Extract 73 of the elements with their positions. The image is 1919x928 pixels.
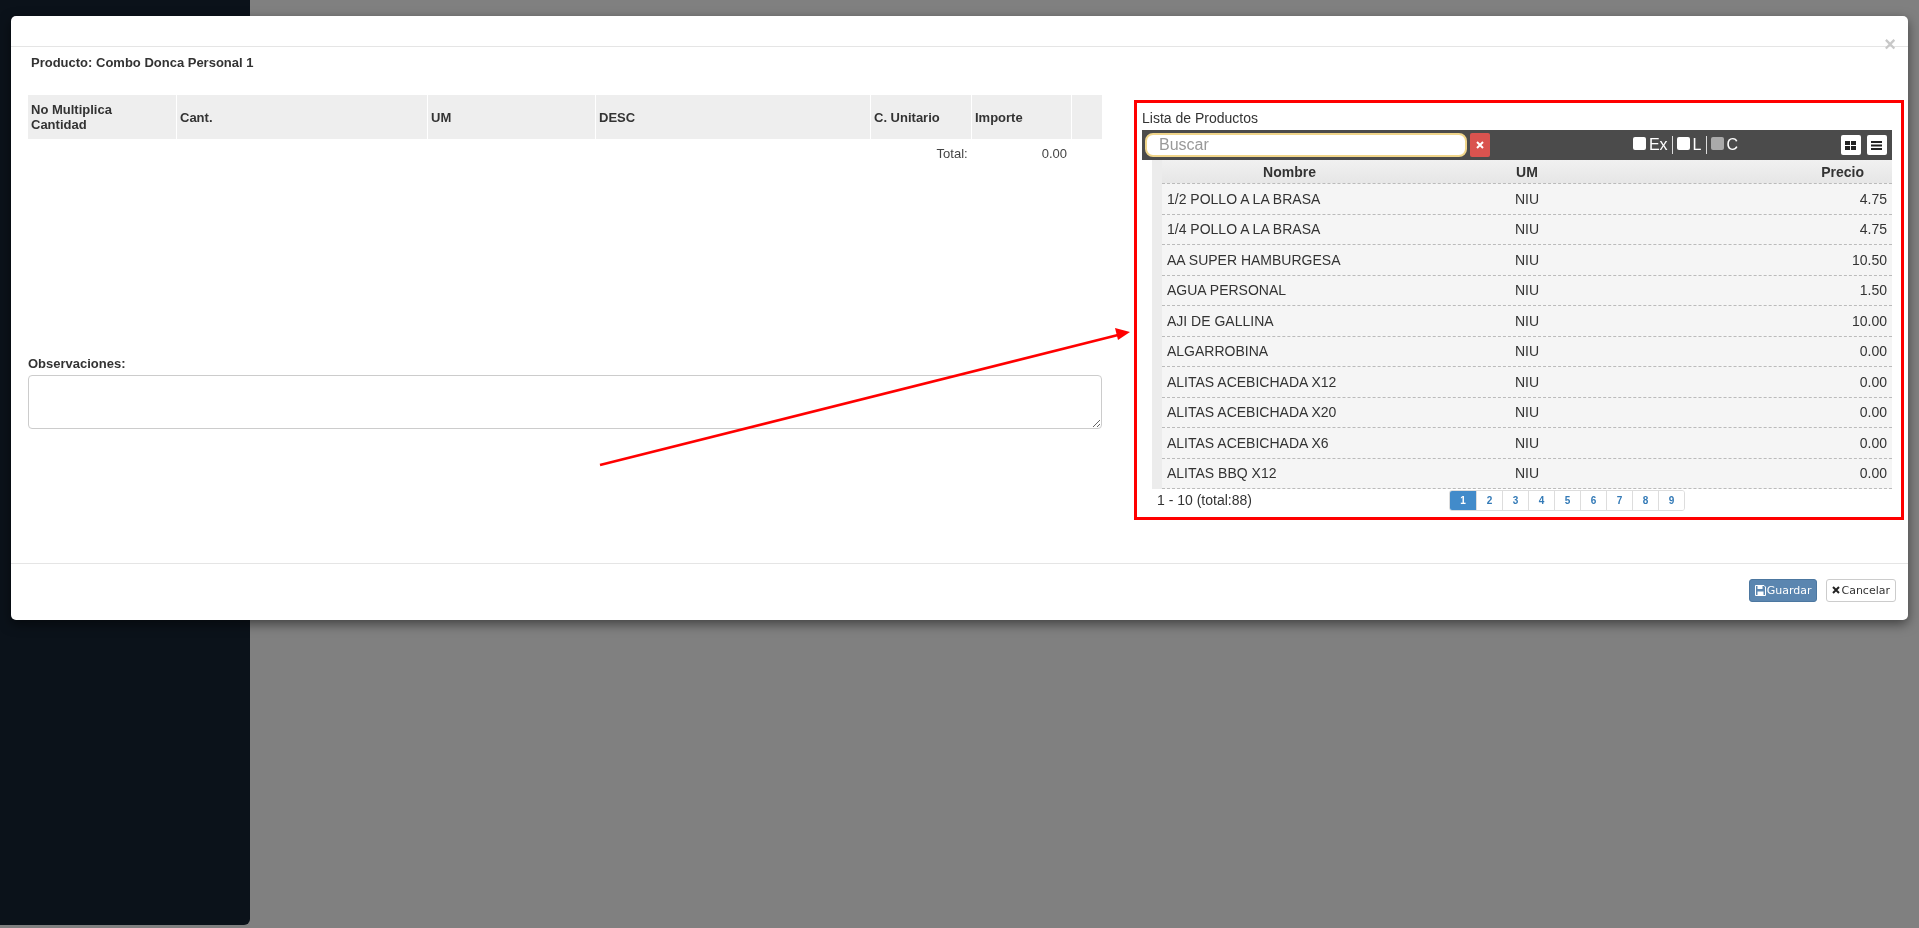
checkbox-label: Ex [1648,136,1668,154]
page-button[interactable]: 9 [1658,490,1684,510]
column-header: No Multiplica Cantidad [30,101,113,134]
column-header: Importe [971,95,1071,139]
product-row[interactable]: ALITAS ACEBICHADA X6 NIU 0.00 [1162,428,1892,459]
table-cell-text: 0.00 [1858,373,1888,390]
column-header: C. Unitario [870,95,971,139]
product-row[interactable]: ALITAS BBQ X12 NIU 0.00 [1162,458,1892,489]
table-cell-text: 1/2 POLLO A LA BRASA [1166,190,1322,207]
table-cell-text: AGUA PERSONAL [1166,282,1288,299]
table-cell-text: 0.00 [1858,343,1888,360]
record-range: 1 - 10 (total:88) [1157,492,1253,508]
product-row[interactable]: ALITAS ACEBICHADA X12 NIU 0.00 [1162,367,1892,398]
close-icon [1476,141,1484,149]
observations-label: Observaciones: [28,356,127,371]
table-cell-text: 10.00 [1850,312,1888,329]
table-cell-text: NIU [1513,404,1541,421]
table-cell-text: NIU [1513,343,1541,360]
table-cell-text: NIU [1513,190,1541,207]
product-row[interactable]: ALGARROBINA NIU 0.00 [1162,336,1892,367]
product-row[interactable]: AGUA PERSONAL NIU 1.50 [1162,275,1892,306]
search-field[interactable]: Buscar [1145,133,1467,157]
clear-search-button[interactable] [1470,133,1490,157]
product-row[interactable]: AA SUPER HAMBURGESA NIU 10.50 [1162,245,1892,276]
table-cell-text: NIU [1513,373,1541,390]
table-cell-text: ALITAS ACEBICHADA X12 [1166,373,1338,390]
column-header: Nombre [1262,163,1317,180]
modal-title: Producto: Combo Donca Personal 1 [31,55,255,70]
table-cell-text: ALITAS ACEBICHADA X6 [1166,434,1330,451]
table-cell-text: 0.00 [1858,434,1888,451]
checkbox[interactable] [1632,136,1646,150]
product-row[interactable]: 1/2 POLLO A LA BRASA NIU 4.75 [1162,184,1892,215]
cancel-button[interactable]: Cancelar [1826,578,1896,602]
checkbox[interactable] [1676,136,1690,150]
table-cell-text: AJI DE GALLINA [1166,312,1275,329]
column-header: DESC [595,95,870,139]
table-cell-text: ALGARROBINA [1166,343,1270,360]
observations-field[interactable] [28,375,1102,429]
table-cell-text: NIU [1513,251,1541,268]
table-cell-text: ALITAS BBQ X12 [1166,465,1278,482]
checkbox-label: C [1726,136,1739,154]
total-value: 0.00 [1041,146,1067,161]
table-cell-text: NIU [1513,465,1541,482]
grid-view-button[interactable] [1841,135,1861,155]
checkbox-label: L [1692,136,1702,154]
product-row[interactable]: 1/4 POLLO A LA BRASA NIU 4.75 [1162,214,1892,245]
table-cell-text: NIU [1513,221,1541,238]
product-row[interactable]: ALITAS ACEBICHADA X20 NIU 0.00 [1162,397,1892,428]
column-header: Precio [1820,163,1865,180]
table-cell-text: 4.75 [1858,190,1888,207]
table-cell-text: NIU [1513,312,1541,329]
column-header: UM [1515,163,1539,180]
column-header: Cant. [176,95,427,139]
table-cell-text: 4.75 [1858,221,1888,238]
save-button[interactable]: Guardar [1748,578,1818,602]
table-cell-text: 10.50 [1850,251,1888,268]
product-row[interactable]: AJI DE GALLINA NIU 10.00 [1162,306,1892,337]
table-cell-text: 1.50 [1858,282,1888,299]
table-cell-text: 1/4 POLLO A LA BRASA [1166,221,1322,238]
list-view-button[interactable] [1867,135,1887,155]
table-cell-text: NIU [1513,282,1541,299]
table-cell-text: 0.00 [1858,465,1888,482]
close-icon [1832,586,1841,594]
table-cell-text: NIU [1513,434,1541,451]
total-label: Total: [936,146,968,161]
column-header: UM [427,95,595,139]
menu-icon [1871,140,1883,150]
table-cell-text: ALITAS ACEBICHADA X20 [1166,404,1338,421]
page-button[interactable]: 1 [1450,490,1476,510]
table-cell-text: 0.00 [1858,404,1888,421]
panel-title: Lista de Productos [1142,110,1258,126]
table-cell-text: AA SUPER HAMBURGESA [1166,251,1342,268]
grid-icon [1845,140,1857,150]
